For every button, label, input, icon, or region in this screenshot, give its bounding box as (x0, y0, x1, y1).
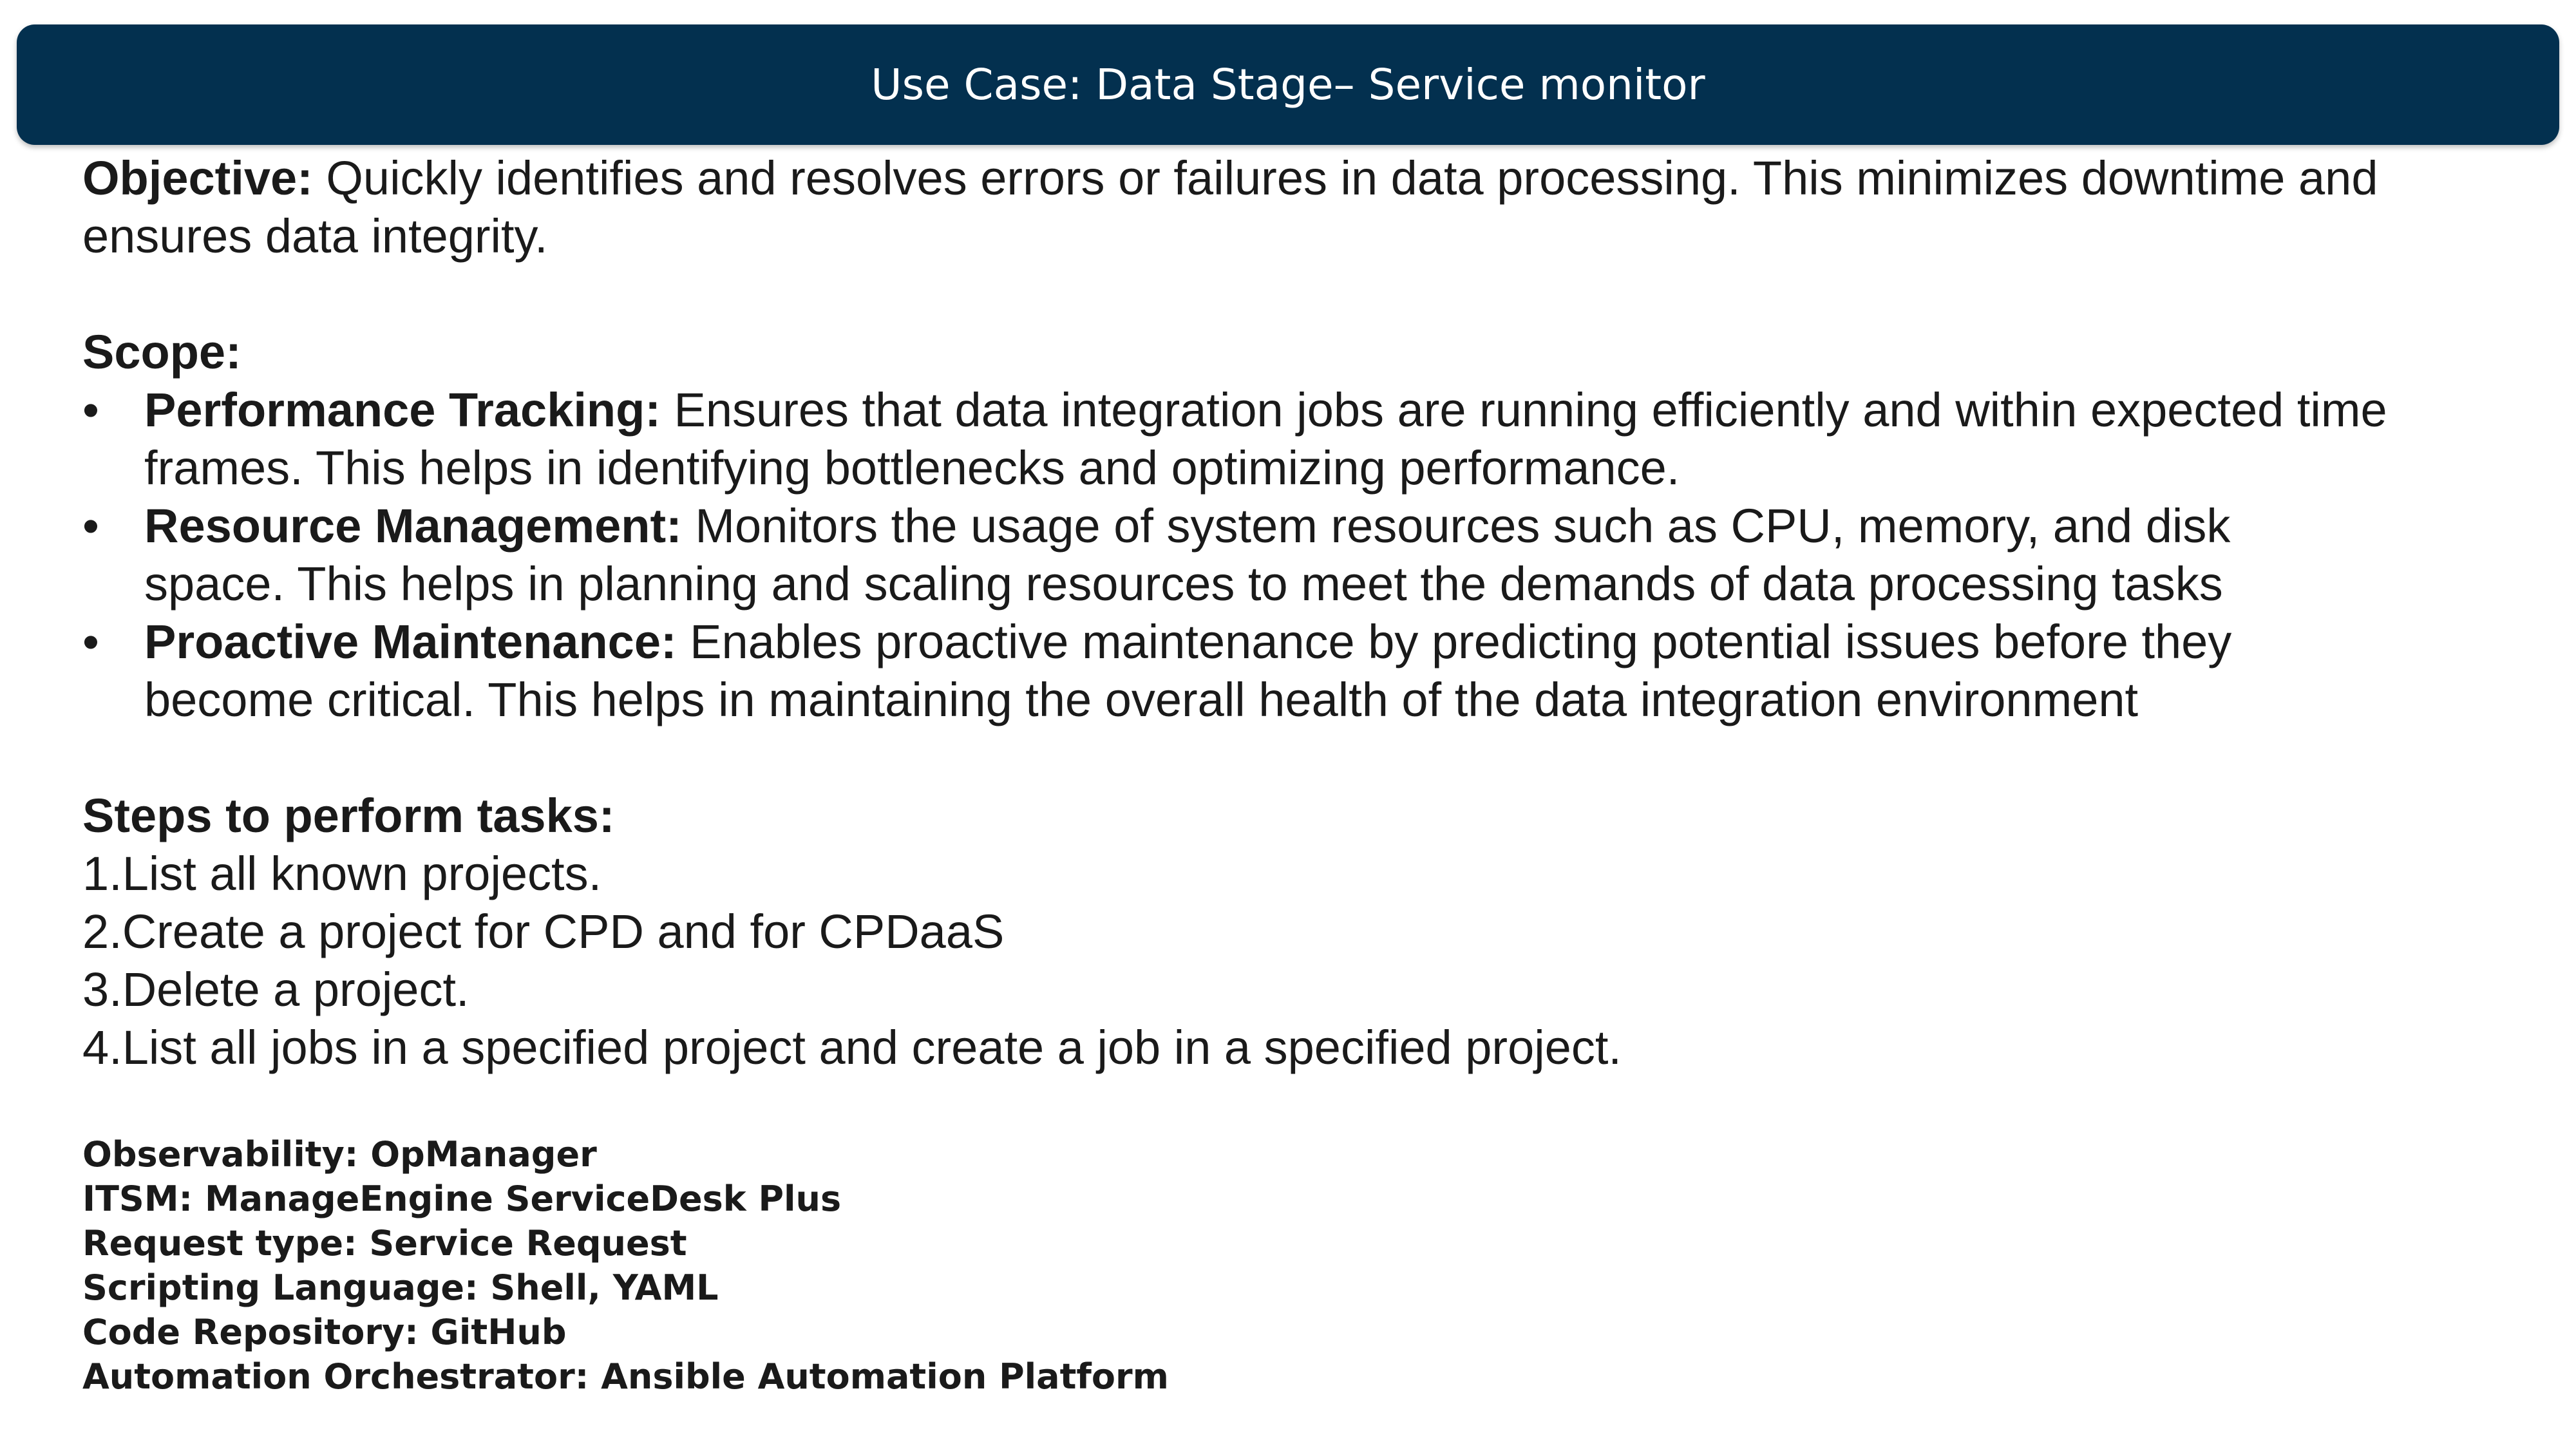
scope-list: • Performance Tracking: Ensures that dat… (82, 381, 2465, 729)
observability-line: Observability: OpManager (82, 1134, 597, 1175)
slide-content: Objective: Quickly identifies and resolv… (82, 149, 2465, 1399)
scope-item-title: Proactive Maintenance: (144, 615, 677, 668)
step-item: 1.List all known projects. (82, 847, 602, 900)
scope-item-resource-management: • Resource Management: Monitors the usag… (82, 497, 2360, 613)
tooling-details: Observability: OpManager ITSM: ManageEng… (82, 1132, 2465, 1399)
step-item: 4.List all jobs in a specified project a… (82, 1021, 1622, 1074)
scope-heading: Scope: (82, 325, 242, 379)
title-banner: Use Case: Data Stage– Service monitor (17, 24, 2559, 145)
bullet-icon: • (82, 383, 99, 437)
automation-orchestrator-line: Automation Orchestrator: Ansible Automat… (82, 1356, 1169, 1397)
objective-label: Objective: (82, 151, 313, 205)
request-type-line: Request type: Service Request (82, 1223, 687, 1264)
steps-heading: Steps to perform tasks: (82, 789, 615, 842)
step-item: 2.Create a project for CPD and for CPDaa… (82, 905, 1005, 958)
scope-item-proactive-maintenance: • Proactive Maintenance: Enables proacti… (82, 613, 2360, 729)
code-repository-line: Code Repository: GitHub (82, 1312, 567, 1352)
itsm-line: ITSM: ManageEngine ServiceDesk Plus (82, 1179, 842, 1219)
bullet-icon: • (82, 499, 99, 553)
steps-list: 1.List all known projects. 2.Create a pr… (82, 845, 2465, 1077)
slide-title: Use Case: Data Stage– Service monitor (871, 60, 1705, 109)
scope-item-performance-tracking: • Performance Tracking: Ensures that dat… (82, 381, 2514, 497)
objective-paragraph: Objective: Quickly identifies and resolv… (82, 149, 2439, 265)
bullet-icon: • (82, 615, 99, 668)
scripting-language-line: Scripting Language: Shell, YAML (82, 1267, 719, 1308)
scope-item-title: Performance Tracking: (144, 383, 661, 437)
objective-text: Quickly identifies and resolves errors o… (82, 151, 2378, 263)
scope-item-title: Resource Management: (144, 499, 682, 553)
step-item: 3.Delete a project. (82, 963, 469, 1016)
